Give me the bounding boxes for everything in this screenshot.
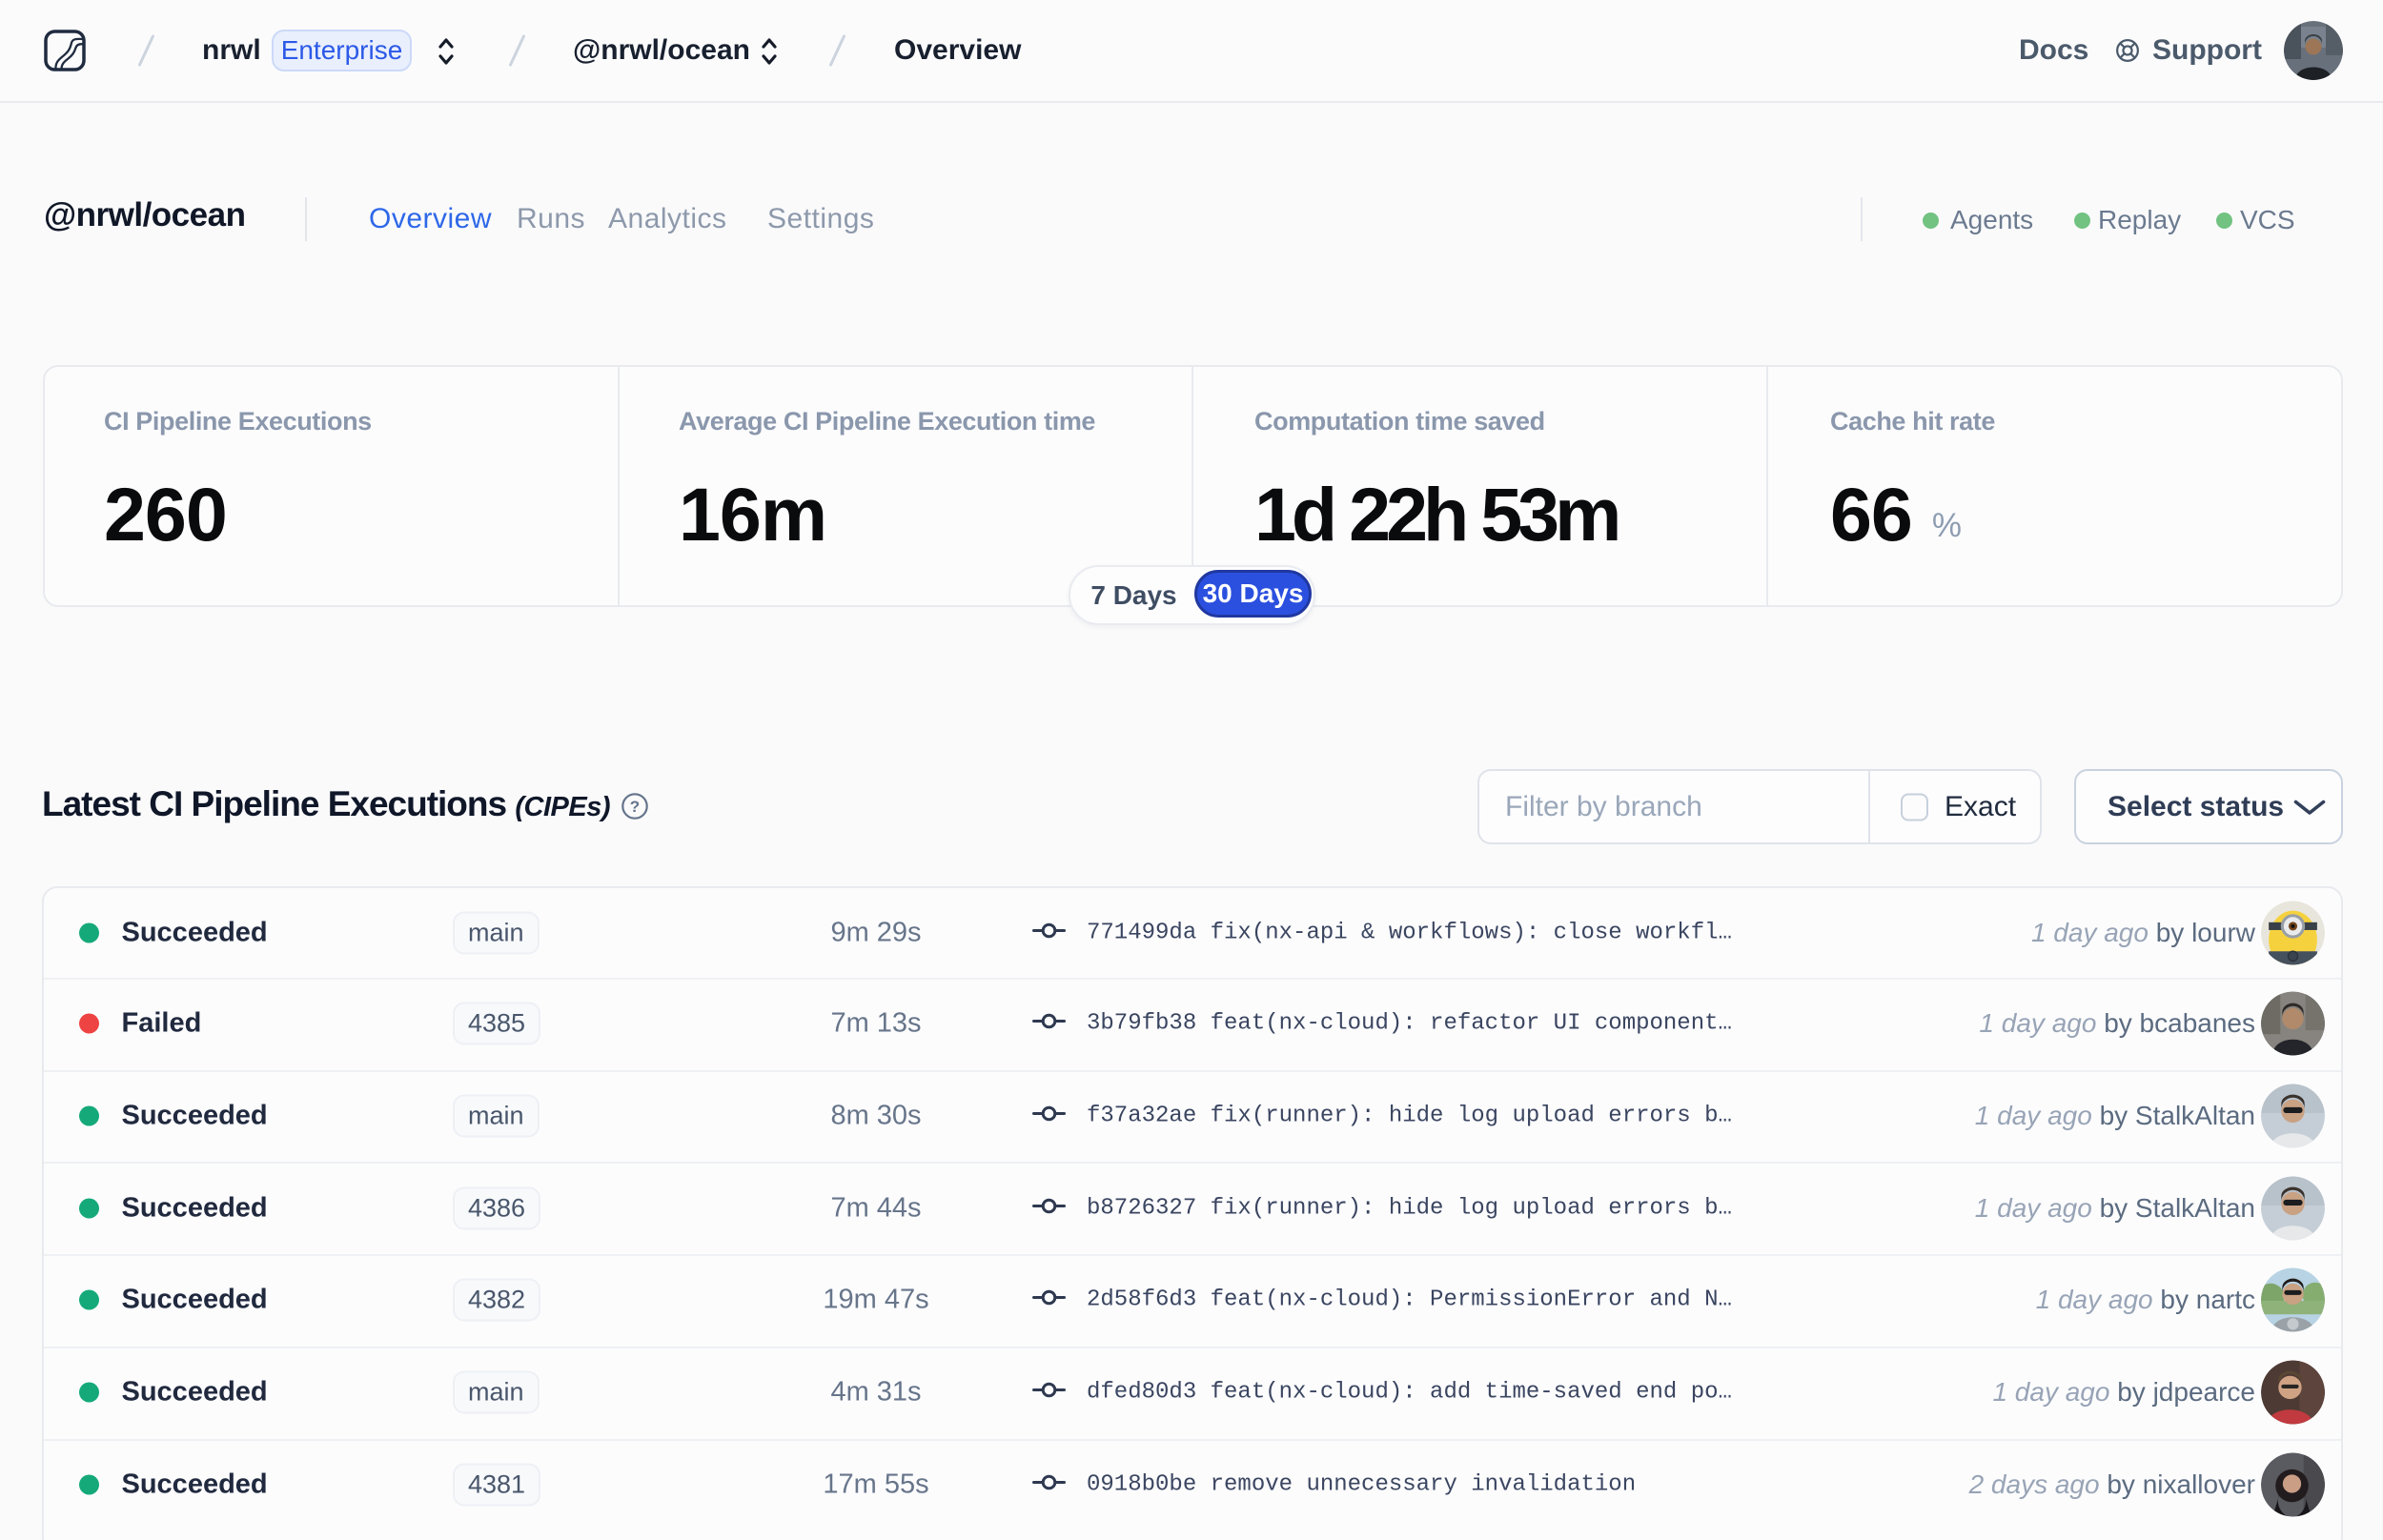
svg-text:?: ?: [630, 798, 640, 816]
